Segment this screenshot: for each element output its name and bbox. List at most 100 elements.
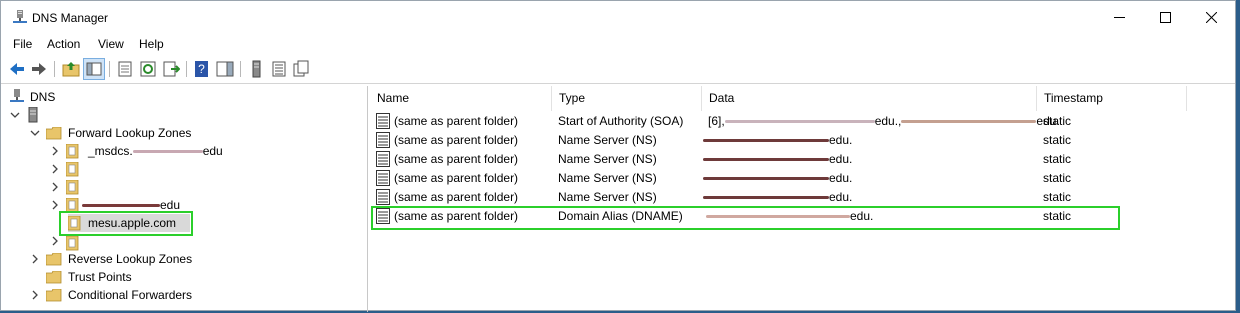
minimize-icon bbox=[1113, 17, 1125, 18]
chevron-right-icon[interactable] bbox=[50, 200, 60, 210]
table-row[interactable]: (same as parent folder) Name Server (NS)… bbox=[370, 188, 1236, 207]
maximize-icon bbox=[1159, 12, 1171, 23]
show-hide-action-pane-icon[interactable] bbox=[216, 60, 234, 78]
redacted-text bbox=[82, 204, 160, 208]
properties-icon[interactable] bbox=[116, 60, 134, 78]
close-icon bbox=[1205, 12, 1217, 23]
cell-name: (same as parent folder) bbox=[394, 133, 519, 147]
dns-server-icon bbox=[13, 10, 27, 23]
up-folder-icon[interactable] bbox=[62, 60, 80, 78]
refresh-icon[interactable] bbox=[139, 60, 157, 78]
help-icon[interactable]: ? bbox=[193, 60, 211, 78]
folder-icon bbox=[46, 127, 62, 140]
column-header-timestamp[interactable]: Timestamp bbox=[1037, 86, 1187, 111]
cell-data-suffix: edu. bbox=[829, 133, 853, 147]
svg-text:?: ? bbox=[198, 62, 205, 76]
zone-icon bbox=[66, 180, 79, 195]
redacted-text bbox=[703, 196, 829, 200]
redacted-text bbox=[703, 139, 829, 143]
server-icon bbox=[28, 107, 38, 123]
menu-action[interactable]: Action bbox=[47, 37, 80, 51]
minimize-button[interactable] bbox=[1096, 1, 1142, 34]
show-hide-tree-icon bbox=[86, 62, 102, 76]
table-row[interactable]: (same as parent folder) Name Server (NS)… bbox=[370, 131, 1236, 150]
cell-timestamp: static bbox=[1043, 152, 1072, 166]
forward-arrow-icon[interactable] bbox=[30, 60, 48, 78]
dns-root-icon bbox=[10, 89, 24, 102]
menu-file[interactable]: File bbox=[13, 37, 32, 51]
chevron-right-icon[interactable] bbox=[50, 164, 60, 174]
cell-timestamp: static bbox=[1043, 114, 1072, 128]
column-header-data[interactable]: Data bbox=[702, 86, 1037, 111]
table-row[interactable]: (same as parent folder) Start of Authori… bbox=[370, 112, 1236, 131]
msdcs-prefix: _msdcs. bbox=[88, 144, 133, 158]
dns-manager-window: DNS Manager File Action View Help ? DNS … bbox=[0, 0, 1236, 312]
tree-label-conditional-forwarders: Conditional Forwarders bbox=[68, 288, 193, 302]
redacted-text bbox=[703, 177, 829, 181]
cell-data-suffix: edu. bbox=[829, 190, 853, 204]
console-tree: DNS Forward Lookup Zones _msdcs. edu edu… bbox=[4, 86, 368, 312]
record-icon bbox=[376, 151, 390, 167]
toolbar: ? bbox=[1, 56, 1235, 84]
record-icon bbox=[376, 132, 390, 148]
zone-icon bbox=[66, 236, 79, 251]
record-icon bbox=[376, 170, 390, 186]
cell-type: Name Server (NS) bbox=[558, 152, 657, 166]
redacted-text bbox=[724, 120, 875, 124]
cell-data-suffix: edu. bbox=[874, 114, 899, 128]
records-list: Name Type Data Timestamp (same as parent… bbox=[370, 86, 1236, 312]
highlight-box-tree bbox=[59, 211, 193, 236]
table-row[interactable]: (same as parent folder) Name Server (NS)… bbox=[370, 169, 1236, 188]
cell-type: Start of Authority (SOA) bbox=[558, 114, 684, 128]
server-icon[interactable] bbox=[247, 60, 265, 78]
menu-help[interactable]: Help bbox=[139, 37, 164, 51]
show-hide-tree-button[interactable] bbox=[83, 58, 105, 80]
folder-icon bbox=[46, 271, 62, 284]
record-icon bbox=[376, 113, 390, 129]
chevron-right-icon[interactable] bbox=[50, 182, 60, 192]
cell-name: (same as parent folder) bbox=[394, 114, 519, 128]
zone-icon bbox=[66, 162, 79, 177]
chevron-right-icon[interactable] bbox=[50, 236, 60, 246]
export-list-icon[interactable] bbox=[162, 60, 180, 78]
menu-bar: File Action View Help bbox=[1, 34, 1235, 54]
cell-type: Name Server (NS) bbox=[558, 171, 657, 185]
cell-data-suffix: edu. bbox=[829, 152, 853, 166]
chevron-right-icon[interactable] bbox=[30, 290, 40, 300]
redacted-text bbox=[901, 120, 1037, 124]
chevron-down-icon[interactable] bbox=[10, 110, 20, 120]
tree-label-trust-points: Trust Points bbox=[68, 270, 132, 284]
folder-icon bbox=[46, 253, 62, 266]
cell-name: (same as parent folder) bbox=[394, 190, 519, 204]
maximize-button[interactable] bbox=[1142, 1, 1188, 34]
tree-label-dns: DNS bbox=[30, 90, 56, 104]
zone-icon bbox=[66, 144, 79, 159]
menu-view[interactable]: View bbox=[98, 37, 124, 51]
cell-data-suffix: edu. bbox=[829, 171, 853, 185]
cell-timestamp: static bbox=[1043, 190, 1072, 204]
chevron-right-icon[interactable] bbox=[50, 146, 60, 156]
cell-name: (same as parent folder) bbox=[394, 171, 519, 185]
redacted-text bbox=[132, 150, 203, 154]
soa-prefix: [6], bbox=[708, 114, 725, 128]
cell-type: Name Server (NS) bbox=[558, 133, 657, 147]
cell-type: Name Server (NS) bbox=[558, 190, 657, 204]
column-header-name[interactable]: Name bbox=[370, 86, 552, 111]
copy-icon[interactable] bbox=[292, 60, 310, 78]
close-button[interactable] bbox=[1188, 1, 1234, 34]
edu-suffix: edu bbox=[202, 144, 223, 158]
redacted-text bbox=[703, 158, 829, 162]
edu-suffix: edu bbox=[160, 198, 181, 212]
table-row[interactable]: (same as parent folder) Name Server (NS)… bbox=[370, 150, 1236, 169]
column-header-type[interactable]: Type bbox=[552, 86, 702, 111]
chevron-down-icon[interactable] bbox=[30, 128, 40, 138]
list-icon[interactable] bbox=[270, 60, 288, 78]
window-title: DNS Manager bbox=[32, 11, 109, 25]
title-bar[interactable]: DNS Manager bbox=[1, 1, 1235, 34]
chevron-right-icon[interactable] bbox=[30, 254, 40, 264]
back-arrow-icon[interactable] bbox=[8, 60, 26, 78]
cell-timestamp: static bbox=[1043, 171, 1072, 185]
tree-label-forward-lookup-zones: Forward Lookup Zones bbox=[68, 126, 192, 140]
tree-label-reverse-lookup-zones: Reverse Lookup Zones bbox=[68, 252, 193, 266]
record-icon bbox=[376, 189, 390, 205]
